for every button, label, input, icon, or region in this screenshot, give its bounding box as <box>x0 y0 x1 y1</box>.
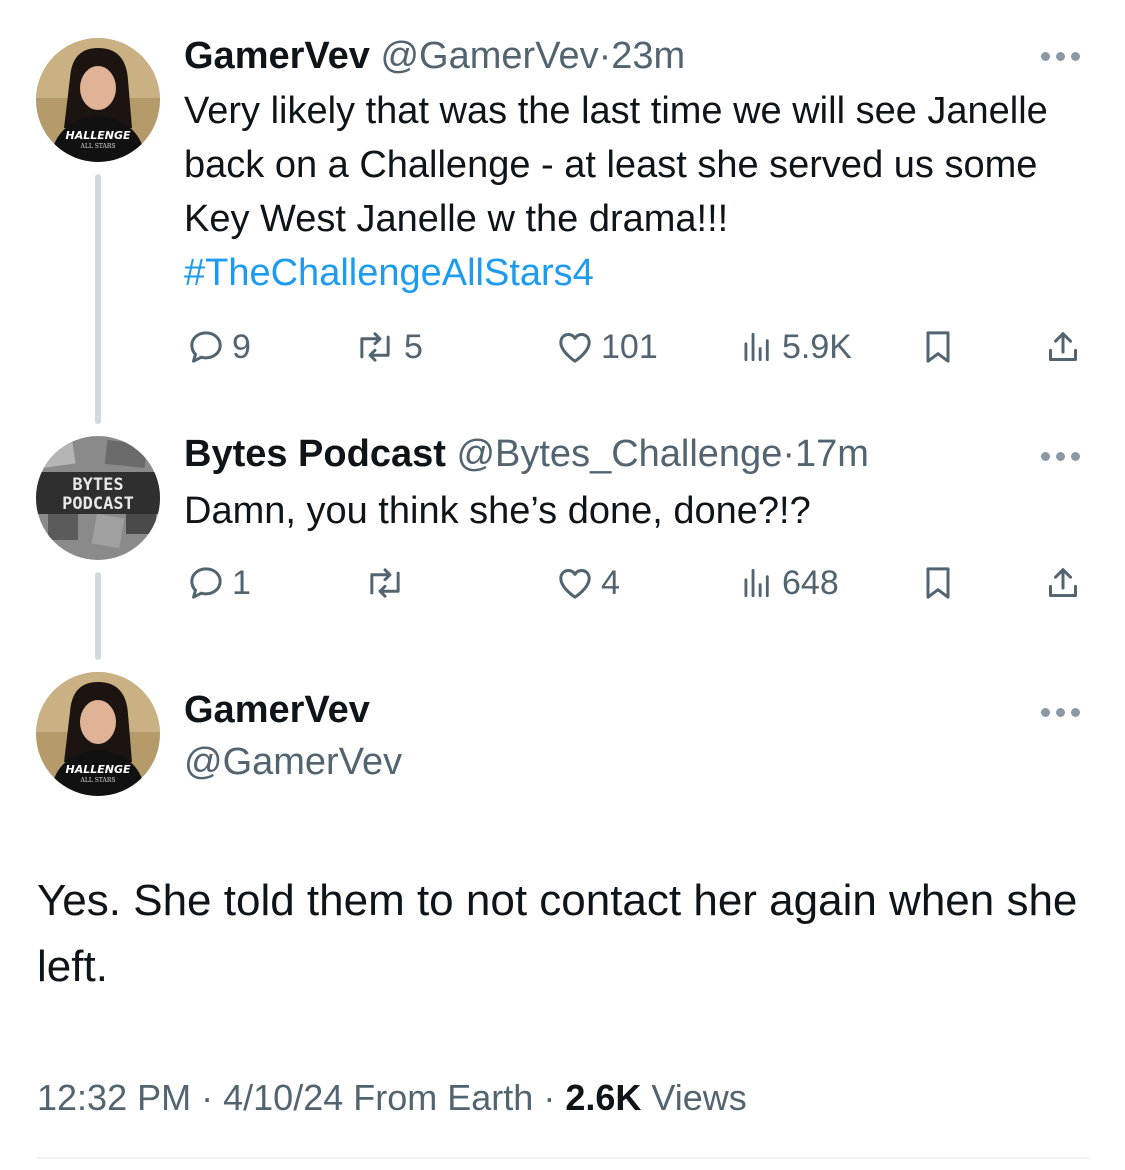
main-views-label: Views <box>651 1077 747 1118</box>
reply-count: 9 <box>232 328 251 366</box>
views-icon <box>744 332 769 362</box>
main-views-count: 2.6K <box>565 1077 642 1118</box>
separator-dot: · <box>782 433 795 475</box>
like-button[interactable]: 4 <box>555 563 620 603</box>
like-count: 4 <box>601 564 620 602</box>
reply-count: 1 <box>232 564 251 602</box>
svg-text:HALLENGE: HALLENGE <box>65 763 130 776</box>
thread-line <box>95 572 101 660</box>
main-author-name[interactable]: GamerVev <box>184 688 370 732</box>
share-button[interactable] <box>1043 563 1083 603</box>
tweet-time[interactable]: 17m <box>795 433 869 475</box>
views-button[interactable]: 5.9K <box>738 327 852 367</box>
like-count: 101 <box>601 328 658 366</box>
thread-line <box>95 174 101 424</box>
views-button[interactable]: 648 <box>738 563 839 603</box>
avatar-gamervev[interactable]: HALLENGE ALL STARS <box>36 672 160 796</box>
views-count: 5.9K <box>782 328 852 366</box>
repost-button[interactable]: 5 <box>352 327 423 367</box>
share-button[interactable] <box>1043 327 1083 367</box>
main-tweet-text: Yes. She told them to not contact her ag… <box>37 876 1078 991</box>
author-handle[interactable]: @Bytes_Challenge <box>456 433 782 475</box>
svg-text:PODCAST: PODCAST <box>62 494 134 514</box>
repost-icon <box>360 332 390 362</box>
svg-text:HALLENGE: HALLENGE <box>65 129 130 142</box>
separator-dot: · <box>543 1077 556 1118</box>
bookmark-icon <box>926 567 950 599</box>
tweet-text: Damn, you think she’s done, done?!? <box>184 490 811 532</box>
reply-icon <box>190 567 222 599</box>
tweet-date[interactable]: 4/10/24 <box>223 1077 343 1118</box>
like-button[interactable]: 101 <box>555 327 658 367</box>
like-icon <box>559 569 591 599</box>
views-icon <box>744 568 769 598</box>
like-icon <box>559 333 591 363</box>
author-handle[interactable]: @GamerVev <box>380 35 598 77</box>
more-icon[interactable] <box>1041 52 1080 61</box>
separator-dot: · <box>598 35 612 77</box>
tweet-header: GamerVev @GamerVev·23m <box>184 34 685 78</box>
tweet-timestamp[interactable]: 12:32 PM <box>37 1077 191 1118</box>
separator-dot: · <box>201 1077 214 1118</box>
svg-text:BYTES: BYTES <box>72 475 123 495</box>
share-icon <box>1049 568 1077 597</box>
reply-button[interactable]: 1 <box>186 563 251 603</box>
svg-text:ALL STARS: ALL STARS <box>80 143 116 150</box>
tweet-header: Bytes Podcast @Bytes_Challenge·17m <box>184 432 869 476</box>
reply-button[interactable]: 9 <box>186 327 251 367</box>
more-icon[interactable] <box>1041 708 1080 717</box>
bookmark-button[interactable] <box>918 563 958 603</box>
tweet-meta: 12:32 PM · 4/10/24 From Earth · 2.6K Vie… <box>37 1077 747 1119</box>
repost-count: 5 <box>404 328 423 366</box>
avatar-bytes-podcast[interactable]: BYTES PODCAST <box>36 436 160 560</box>
avatar-gamervev[interactable]: HALLENGE ALL STARS <box>36 38 160 162</box>
tweet-source: From Earth <box>353 1077 534 1118</box>
views-count: 648 <box>782 564 839 602</box>
reply-icon <box>190 331 222 363</box>
tweet-time[interactable]: 23m <box>611 35 685 77</box>
author-name[interactable]: Bytes Podcast <box>184 433 446 475</box>
author-name[interactable]: GamerVev <box>184 35 370 77</box>
more-icon[interactable] <box>1041 452 1080 461</box>
svg-text:ALL STARS: ALL STARS <box>80 777 116 784</box>
bookmark-icon <box>926 331 950 363</box>
share-icon <box>1049 332 1077 361</box>
hashtag-link[interactable]: #TheChallengeAllStars4 <box>184 252 594 294</box>
repost-icon <box>370 568 400 598</box>
tweet-text: Very likely that was the last time we wi… <box>184 90 1048 294</box>
bookmark-button[interactable] <box>918 327 958 367</box>
repost-button[interactable] <box>362 563 414 603</box>
divider <box>37 1157 1089 1159</box>
main-author-handle[interactable]: @GamerVev <box>184 740 402 784</box>
